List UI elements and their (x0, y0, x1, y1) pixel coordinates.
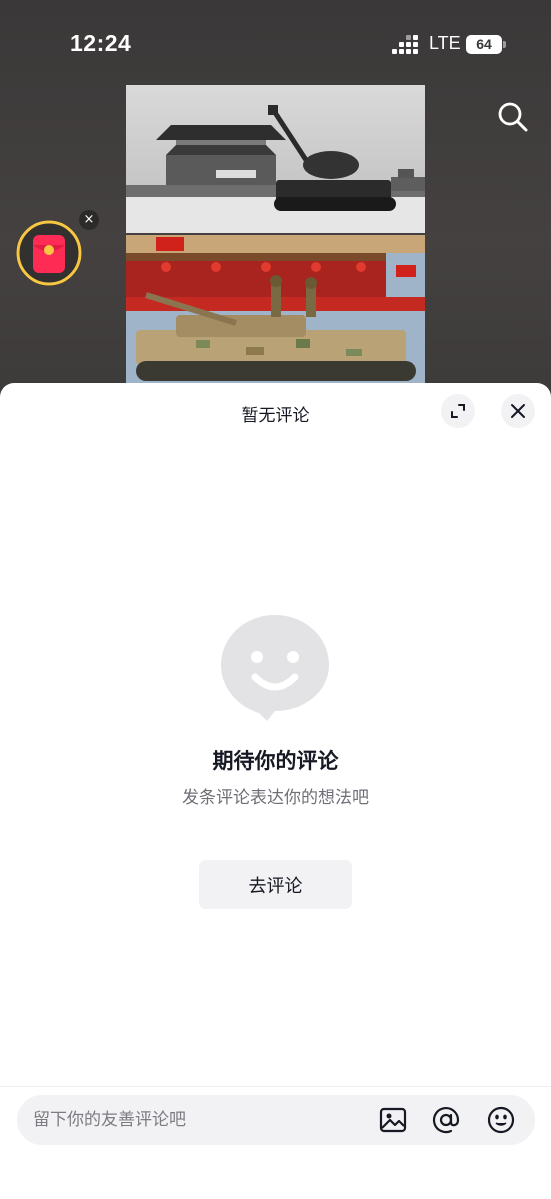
close-icon[interactable] (501, 394, 535, 428)
status-bar: 12:24 LTE 64 (0, 0, 551, 90)
comment-input[interactable] (33, 1095, 353, 1145)
search-icon[interactable] (496, 100, 530, 134)
empty-state-title: 期待你的评论 (212, 749, 339, 773)
expand-icon[interactable] (441, 394, 475, 428)
video-frame-historic-parade (126, 85, 425, 233)
red-envelope-close-button[interactable]: × (79, 210, 99, 230)
divider (0, 1086, 551, 1087)
network-type: LTE (429, 33, 461, 53)
comments-sheet: 暂无评论 期待你的评论 发条评论表达你的想法吧 去评论 (0, 383, 551, 1199)
emoji-icon[interactable] (486, 1105, 516, 1135)
empty-state-subtitle: 发条评论表达你的想法吧 (182, 788, 369, 808)
battery-tip (503, 41, 506, 48)
red-envelope-icon (16, 220, 82, 286)
at-mention-icon[interactable] (431, 1105, 461, 1135)
go-comment-button[interactable]: 去评论 (199, 860, 352, 909)
red-envelope-widget[interactable] (14, 218, 84, 288)
smiley-speech-bubble-icon (221, 615, 329, 721)
comment-input-bar (17, 1095, 535, 1145)
status-time: 12:24 (70, 30, 132, 56)
video-frame-modern-parade (126, 235, 425, 385)
signal-icon (392, 35, 418, 54)
image-icon[interactable] (378, 1105, 408, 1135)
battery-level: 64 (466, 35, 502, 54)
